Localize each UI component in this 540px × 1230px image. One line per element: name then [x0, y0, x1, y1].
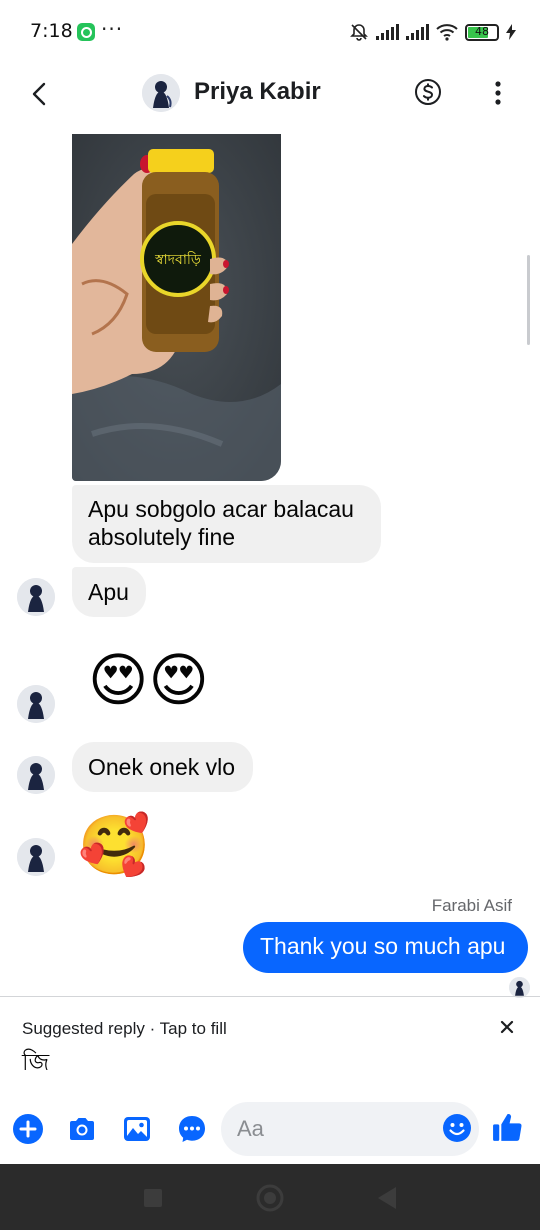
sender-label: Farabi Asif [431, 896, 512, 915]
chat-bubble-icon[interactable] [176, 1113, 208, 1145]
status-bar: 7:18 ··· 48 [0, 0, 540, 64]
avatar[interactable] [17, 578, 55, 616]
chat-header: Priya Kabir [0, 64, 540, 124]
charging-icon [506, 24, 516, 40]
message-input[interactable] [221, 1102, 479, 1156]
recent-apps-icon[interactable] [143, 1188, 163, 1208]
vertical-dots-icon[interactable] [487, 78, 509, 108]
message-bubble[interactable]: Apu sobgolo acar balacau absolutely fine [72, 485, 381, 563]
back-triangle-icon[interactable] [376, 1186, 398, 1210]
message-bubble[interactable]: Onek onek vlo [72, 742, 253, 792]
message-text: Apu [88, 579, 129, 605]
whatsapp-icon [77, 23, 95, 41]
system-nav-bar [0, 1164, 540, 1230]
battery-level: 48 [475, 24, 489, 38]
contact-name[interactable]: Priya Kabir [194, 78, 321, 106]
plus-icon[interactable] [12, 1113, 44, 1145]
avatar[interactable] [142, 74, 180, 112]
suggested-reply-title: Suggested reply · Tap to fill [22, 1019, 227, 1038]
message-text-line: Apu sobgolo acar balacau [88, 496, 354, 522]
battery-icon: 48 [465, 23, 499, 41]
wifi-icon [436, 24, 458, 41]
message-text: Thank you so much apu [260, 933, 506, 959]
message-text: Onek onek vlo [88, 754, 236, 780]
seen-indicator-avatar [509, 977, 530, 998]
message-text-line: absolutely fine [88, 524, 236, 550]
emoji-icon[interactable] [442, 1113, 472, 1143]
chevron-left-icon[interactable] [24, 78, 56, 110]
message-composer [0, 1100, 540, 1160]
home-icon[interactable] [256, 1184, 284, 1212]
emoji-message[interactable]: 🥰 [78, 810, 150, 880]
pickle-jar-photo[interactable]: স্বাদবাড়ি [72, 134, 281, 481]
avatar[interactable] [17, 838, 55, 876]
avatar[interactable] [17, 685, 55, 723]
svg-text:স্বাদবাড়ি: স্বাদবাড়ি [154, 251, 202, 268]
signal-icon [376, 24, 399, 40]
more-notifications-icon: ··· [101, 17, 124, 41]
close-icon[interactable] [497, 1017, 517, 1037]
divider [0, 996, 540, 997]
message-bubble[interactable]: Apu [72, 567, 146, 617]
thumbs-up-icon[interactable] [491, 1111, 524, 1144]
suggested-reply-chip[interactable]: জি [22, 1044, 49, 1083]
outgoing-message-bubble[interactable]: Thank you so much apu [243, 922, 528, 973]
mute-bell-icon [350, 24, 368, 41]
avatar[interactable] [17, 756, 55, 794]
camera-icon[interactable] [66, 1113, 98, 1145]
gallery-icon[interactable] [121, 1113, 153, 1145]
dollar-circle-icon[interactable] [414, 78, 442, 106]
status-time: 7:18 [30, 20, 73, 42]
status-icons: 48 [349, 20, 516, 44]
emoji-message[interactable]: 😍😍 [88, 645, 209, 715]
scrollbar[interactable] [527, 255, 530, 345]
signal-icon-2 [406, 24, 429, 40]
